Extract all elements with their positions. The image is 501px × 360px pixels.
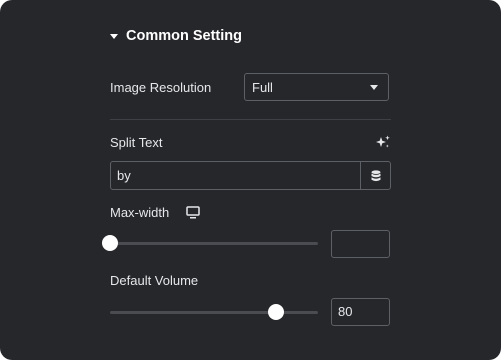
- slider-track[interactable]: [110, 242, 318, 245]
- caret-down-icon[interactable]: [110, 34, 118, 39]
- split-text-label: Split Text: [110, 135, 163, 150]
- image-resolution-value: Full: [252, 79, 273, 95]
- slider-thumb[interactable]: [102, 235, 118, 251]
- divider: [110, 119, 391, 120]
- chevron-down-icon: [370, 84, 378, 90]
- split-text-value[interactable]: by: [111, 162, 360, 189]
- max-width-slider[interactable]: [102, 235, 318, 251]
- dynamic-tags-button[interactable]: [360, 162, 390, 189]
- slider-track[interactable]: [110, 311, 318, 314]
- default-volume-slider[interactable]: [110, 304, 318, 320]
- database-icon: [371, 169, 380, 181]
- sparkle-icon[interactable]: [375, 134, 391, 150]
- section-header-common-setting[interactable]: Common Setting: [110, 28, 242, 44]
- image-resolution-label: Image Resolution: [110, 80, 212, 95]
- default-volume-input[interactable]: 80: [331, 298, 390, 326]
- image-resolution-select[interactable]: Full: [244, 73, 389, 101]
- settings-panel: Common Setting Image Resolution Full Spl…: [0, 0, 501, 360]
- split-text-input[interactable]: by: [110, 161, 391, 190]
- section-title: Common Setting: [126, 28, 242, 44]
- max-width-input[interactable]: [331, 230, 390, 258]
- desktop-monitor-icon[interactable]: [186, 206, 200, 219]
- default-volume-label: Default Volume: [110, 273, 199, 288]
- max-width-label: Max-width: [110, 205, 170, 220]
- slider-thumb[interactable]: [268, 304, 285, 320]
